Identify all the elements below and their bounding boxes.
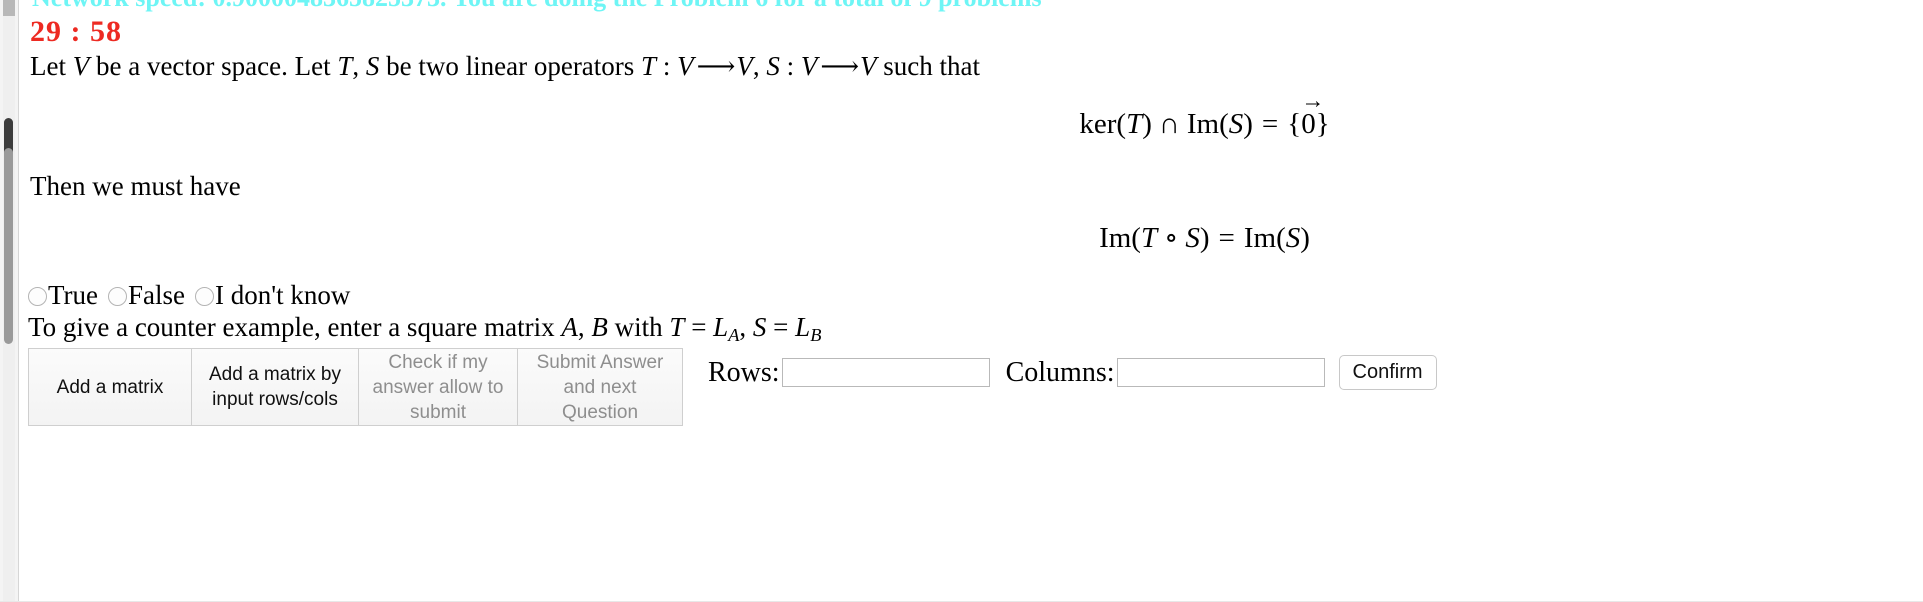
scrollbar-top-cap <box>3 0 15 16</box>
var-t-1: T <box>337 51 353 81</box>
var-t-2: T <box>641 51 657 81</box>
var-v-5: V <box>860 51 877 81</box>
arrow-icon-2: ⟶ <box>820 51 859 81</box>
eq1-intersect-icon: ∩ <box>1158 108 1180 140</box>
eq2-close-2: ) <box>1300 222 1310 254</box>
matrix-dimensions-controls: Rows: Columns: Confirm <box>708 355 1437 390</box>
radio-option-true[interactable]: True <box>28 278 98 312</box>
eq1-open-2: ( <box>1219 108 1229 140</box>
stmt-text-4: such that <box>876 51 981 81</box>
counter-text-1: To give a counter example, enter a squar… <box>28 312 562 342</box>
eq1-equals: = <box>1261 108 1279 140</box>
radio-label-true[interactable]: True <box>48 280 98 310</box>
left-scrollbar-gutter <box>0 0 19 602</box>
var-v-2: V <box>677 51 694 81</box>
eq2-close-1: ) <box>1199 222 1210 254</box>
equation-1: ker(T) ∩ Im(S) ={→ 0} <box>1079 88 1329 141</box>
eq1-open-1: ( <box>1116 108 1127 140</box>
countdown-timer: 29 : 58 <box>30 15 122 48</box>
eq2-im-1: Im <box>1099 222 1132 254</box>
counter-example-instruction: To give a counter example, enter a squar… <box>28 310 821 352</box>
quiz-content: Network speed: 0.9000048365825373. You a… <box>22 0 1917 602</box>
eq2-open-2: ( <box>1276 222 1286 254</box>
counter-comma-1: , <box>577 312 592 342</box>
eq2-var-t: T <box>1140 222 1158 254</box>
eq1-lbrace: { <box>1287 108 1302 140</box>
counter-op-l-1: L <box>713 312 729 342</box>
counter-var-s: S <box>752 312 767 342</box>
radio-icon-dont-know[interactable] <box>195 287 215 306</box>
scrollbar-thumb[interactable] <box>4 148 13 344</box>
var-s-2: S <box>766 51 780 81</box>
counter-op-l-2: L <box>795 312 811 342</box>
add-a-matrix-button[interactable]: Add a matrix <box>28 348 192 426</box>
radio-label-false[interactable]: False <box>128 280 185 310</box>
add-matrix-by-rows-cols-button[interactable]: Add a matrix by input rows/cols <box>191 348 359 426</box>
eq2-open-1: ( <box>1131 222 1141 254</box>
network-speed-text: Network speed: 0.9000048365825373. You a… <box>32 0 1732 13</box>
page-frame: Network speed: 0.9000048365825373. You a… <box>0 0 1923 602</box>
eq1-zero-vector: → 0 <box>1301 88 1325 140</box>
matrix-var-a: A <box>561 312 578 342</box>
radio-option-false[interactable]: False <box>108 278 185 312</box>
counter-var-t: T <box>669 312 685 342</box>
network-speed-banner: Network speed: 0.9000048365825373. You a… <box>32 0 1732 13</box>
columns-label: Columns: <box>1005 356 1115 388</box>
var-v-1: V <box>72 51 90 81</box>
eq1-close-2: ) <box>1243 108 1253 140</box>
check-answer-button[interactable]: Check if my answer allow to submit <box>358 348 518 426</box>
var-v-4: V <box>800 51 818 81</box>
eq2-var-s-2: S <box>1285 222 1301 254</box>
counter-eq-1: = <box>684 312 714 342</box>
stmt-colon-2: : <box>779 51 801 81</box>
matrix-var-b: B <box>591 312 608 342</box>
var-v-3: V <box>736 51 753 81</box>
rows-input[interactable] <box>781 358 990 387</box>
stmt-comma-2: , <box>752 51 767 81</box>
stmt-colon-1: : <box>656 51 678 81</box>
confirm-button[interactable]: Confirm <box>1338 355 1437 390</box>
counter-sub-b: B <box>810 325 822 346</box>
equation-2: Im(T ∘ S) = Im(S) <box>1099 220 1310 255</box>
columns-input[interactable] <box>1116 358 1325 387</box>
eq2-equals: = <box>1218 222 1235 254</box>
radio-label-dont-know[interactable]: I don't know <box>215 280 350 310</box>
eq2-var-s-1: S <box>1185 222 1200 254</box>
counter-comma-2: , <box>739 312 753 342</box>
problem-statement-line-1: Let V be a vector space. Let T, S be two… <box>30 48 980 84</box>
stmt-text-1: Let <box>30 51 73 81</box>
var-s-1: S <box>365 51 380 81</box>
equation-1-block: ker(T) ∩ Im(S) ={→ 0} <box>22 88 1917 141</box>
equation-2-block: Im(T ∘ S) = Im(S) <box>22 220 1917 255</box>
rows-label: Rows: <box>708 356 780 388</box>
stmt-comma-1: , <box>352 51 366 81</box>
eq1-close-1: ) <box>1142 108 1152 140</box>
eq1-im: Im <box>1186 108 1220 140</box>
stmt-text-2: be a vector space. Let <box>89 51 338 81</box>
eq1-ker: ker <box>1079 108 1117 140</box>
stmt-text-3: be two linear operators <box>379 51 642 81</box>
radio-option-dont-know[interactable]: I don't know <box>195 278 350 312</box>
answer-radio-group: True False I don't know <box>28 278 360 312</box>
eq2-compose-icon: ∘ <box>1164 222 1179 254</box>
radio-icon-true[interactable] <box>28 287 47 306</box>
eq1-var-t: T <box>1126 108 1143 140</box>
radio-icon-false[interactable] <box>108 287 128 306</box>
submit-answer-button[interactable]: Submit Answer and next Question <box>517 348 683 426</box>
action-button-bar: Add a matrix Add a matrix by input rows/… <box>28 348 683 426</box>
counter-eq-2: = <box>766 312 796 342</box>
arrow-icon-1: ⟶ <box>696 51 736 81</box>
counter-text-2: with <box>607 312 670 342</box>
eq2-im-2: Im <box>1243 222 1277 254</box>
counter-sub-a: A <box>728 325 740 346</box>
eq1-var-s: S <box>1228 108 1244 140</box>
then-we-must-have-text: Then we must have <box>30 171 241 201</box>
